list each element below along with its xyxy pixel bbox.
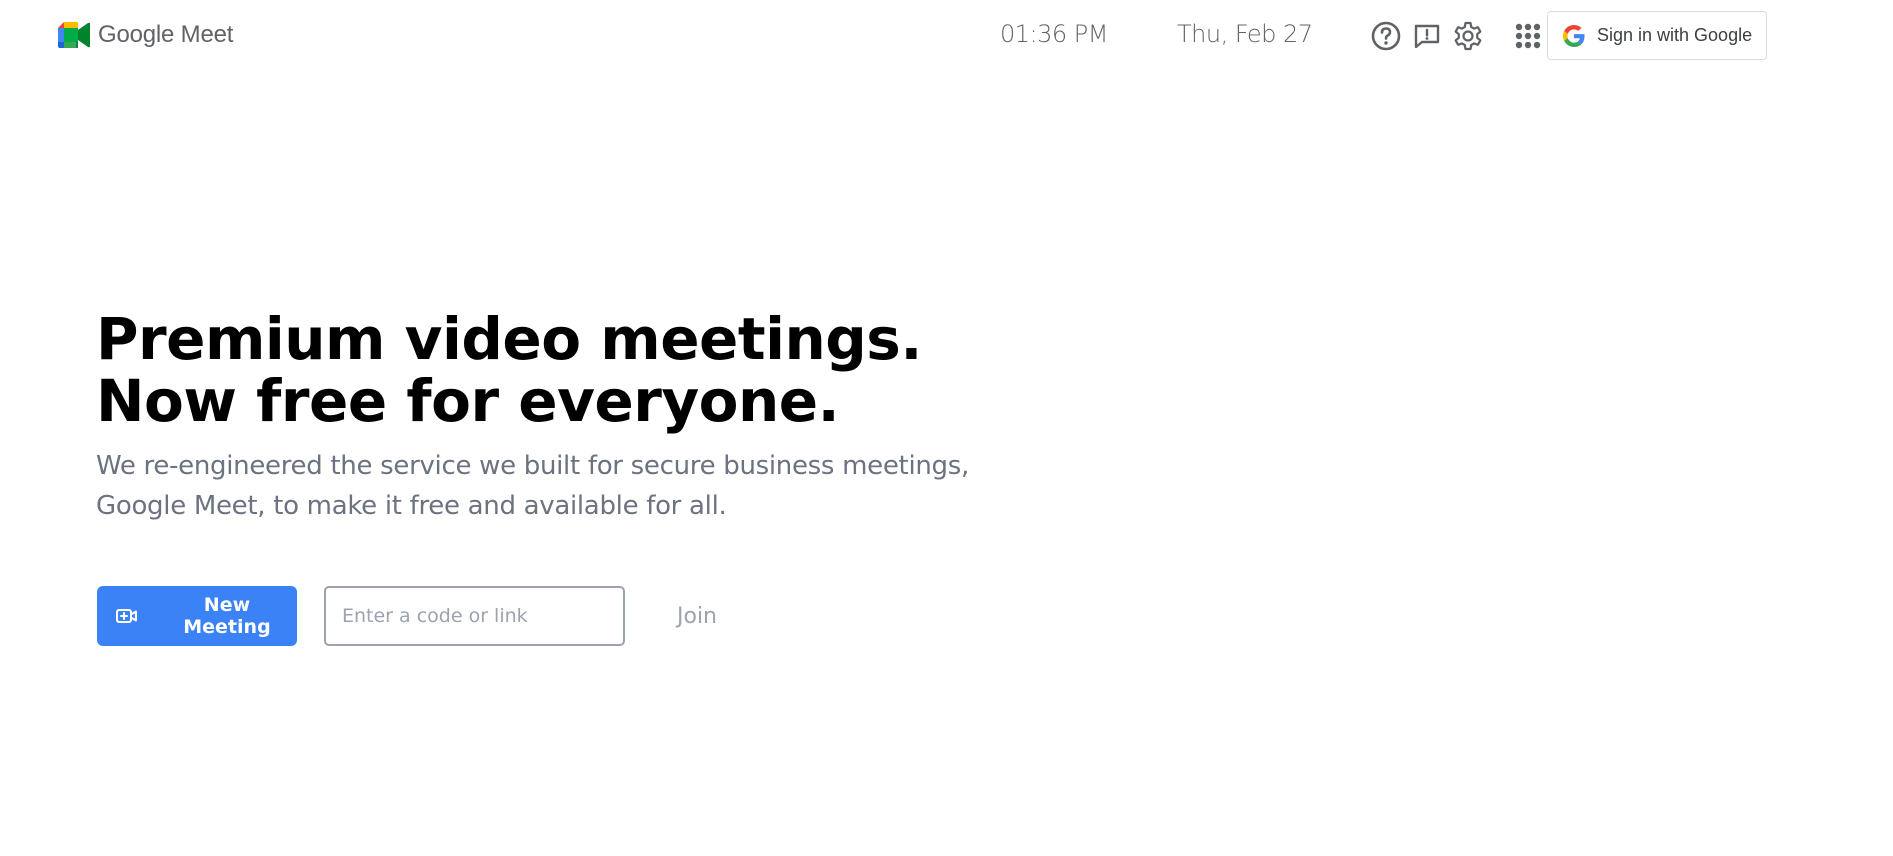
new-meeting-button[interactable]: New Meeting bbox=[97, 586, 297, 646]
new-meeting-label: New Meeting bbox=[183, 594, 271, 638]
sign-in-button[interactable]: Sign in with Google bbox=[1547, 11, 1767, 60]
sign-in-label: Sign in with Google bbox=[1597, 25, 1753, 45]
hero-subtitle: We re-engineered the service we built fo… bbox=[96, 451, 969, 521]
google-meet-logo[interactable]: Google Meet bbox=[58, 19, 233, 51]
meet-logo-icon bbox=[58, 22, 90, 48]
app-name: Google Meet bbox=[98, 21, 234, 48]
apps-grid-icon[interactable] bbox=[1512, 20, 1544, 52]
meeting-code-input[interactable] bbox=[324, 586, 625, 646]
join-button[interactable]: Join bbox=[663, 593, 731, 639]
clock-time: 01:36 PM bbox=[1000, 20, 1108, 48]
top-bar: Google Meet 01:36 PM Thu, Feb 27 Sign in… bbox=[0, 0, 1893, 72]
hero-title: Premium video meetings. Now free for eve… bbox=[96, 305, 922, 435]
video-add-icon bbox=[115, 609, 137, 623]
settings-icon[interactable] bbox=[1452, 20, 1484, 52]
google-g-icon bbox=[1563, 24, 1585, 47]
feedback-icon[interactable] bbox=[1411, 20, 1443, 52]
help-icon[interactable] bbox=[1370, 20, 1402, 52]
clock-date: Thu, Feb 27 bbox=[1177, 20, 1313, 48]
